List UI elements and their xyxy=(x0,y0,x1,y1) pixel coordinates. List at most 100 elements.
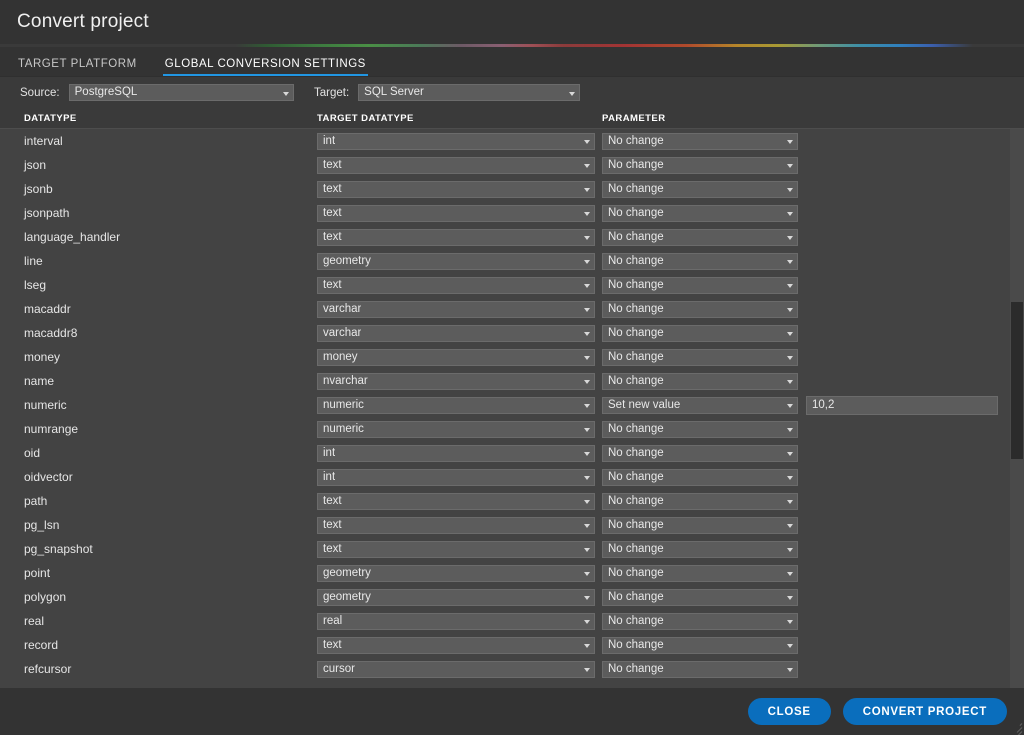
target-datatype-value: geometry xyxy=(323,254,371,267)
chevron-down-icon xyxy=(584,428,590,432)
target-datatype-cell: cursor xyxy=(317,660,595,678)
parameter-dropdown[interactable]: No change xyxy=(602,516,798,534)
target-datatype-dropdown[interactable]: int xyxy=(317,132,595,150)
chevron-down-icon xyxy=(584,548,590,552)
parameter-dropdown[interactable]: No change xyxy=(602,468,798,486)
parameter-cell: No change xyxy=(602,180,798,198)
parameter-dropdown[interactable]: No change xyxy=(602,348,798,366)
target-datatype-dropdown[interactable]: geometry xyxy=(317,588,595,606)
parameter-value: No change xyxy=(608,374,664,387)
table-row: interval int No change xyxy=(0,129,1010,153)
chevron-down-icon xyxy=(787,644,793,648)
parameter-dropdown[interactable]: No change xyxy=(602,324,798,342)
tab-target-platform[interactable]: TARGET PLATFORM xyxy=(16,58,139,76)
parameter-dropdown[interactable]: No change xyxy=(602,540,798,558)
dialog-title: Convert project xyxy=(17,11,149,32)
parameter-value: No change xyxy=(608,182,664,195)
target-datatype-dropdown[interactable]: text xyxy=(317,516,595,534)
target-platform-dropdown[interactable]: SQL Server xyxy=(358,84,581,101)
convert-project-button[interactable]: CONVERT PROJECT xyxy=(842,698,1007,725)
target-datatype-dropdown[interactable]: text xyxy=(317,540,595,558)
target-datatype-dropdown[interactable]: int xyxy=(317,468,595,486)
parameter-dropdown[interactable]: No change xyxy=(602,636,798,654)
datatype-mapping-table: interval int No change json text No change jso… xyxy=(0,129,1024,688)
parameter-value-input[interactable] xyxy=(806,395,998,415)
parameter-dropdown[interactable]: No change xyxy=(602,180,798,198)
target-datatype-value: money xyxy=(323,350,358,363)
platform-selector-bar: Source: PostgreSQL Target: SQL Server xyxy=(0,76,1024,108)
chevron-down-icon xyxy=(787,548,793,552)
parameter-dropdown[interactable]: No change xyxy=(602,660,798,678)
target-datatype-dropdown[interactable]: geometry xyxy=(317,564,595,582)
parameter-dropdown[interactable]: No change xyxy=(602,588,798,606)
chevron-down-icon xyxy=(584,212,590,216)
parameter-cell: No change xyxy=(602,324,798,342)
target-datatype-dropdown[interactable]: money xyxy=(317,348,595,366)
target-datatype-dropdown[interactable]: cursor xyxy=(317,660,595,678)
parameter-dropdown[interactable]: No change xyxy=(602,300,798,318)
table-row: macaddr8 varchar No change xyxy=(0,321,1010,345)
target-datatype-dropdown[interactable]: varchar xyxy=(317,300,595,318)
target-datatype-dropdown[interactable]: text xyxy=(317,228,595,246)
target-datatype-dropdown[interactable]: geometry xyxy=(317,252,595,270)
parameter-value: No change xyxy=(608,470,664,483)
table-row: real real No change xyxy=(0,609,1010,633)
parameter-dropdown[interactable]: No change xyxy=(602,612,798,630)
resize-grip-icon[interactable] xyxy=(1009,720,1023,735)
chevron-down-icon xyxy=(584,500,590,504)
source-datatype-label: json xyxy=(24,158,47,172)
chevron-down-icon xyxy=(584,356,590,360)
parameter-dropdown[interactable]: No change xyxy=(602,372,798,390)
parameter-dropdown[interactable]: No change xyxy=(602,444,798,462)
target-datatype-dropdown[interactable]: text xyxy=(317,156,595,174)
table-row: jsonpath text No change xyxy=(0,201,1010,225)
parameter-dropdown[interactable]: No change xyxy=(602,564,798,582)
target-datatype-dropdown[interactable]: text xyxy=(317,276,595,294)
parameter-dropdown[interactable]: No change xyxy=(602,228,798,246)
parameter-dropdown[interactable]: No change xyxy=(602,492,798,510)
parameter-dropdown[interactable]: No change xyxy=(602,252,798,270)
parameter-cell: No change xyxy=(602,636,798,654)
table-row: line geometry No change xyxy=(0,249,1010,273)
parameter-dropdown[interactable]: No change xyxy=(602,420,798,438)
target-datatype-dropdown[interactable]: text xyxy=(317,492,595,510)
target-datatype-cell: text xyxy=(317,276,595,294)
target-datatype-value: numeric xyxy=(323,422,364,435)
parameter-dropdown[interactable]: No change xyxy=(602,156,798,174)
target-datatype-cell: geometry xyxy=(317,252,595,270)
target-datatype-dropdown[interactable]: numeric xyxy=(317,396,595,414)
source-selector-group: Source: PostgreSQL xyxy=(0,77,302,108)
target-datatype-dropdown[interactable]: nvarchar xyxy=(317,372,595,390)
target-datatype-dropdown[interactable]: int xyxy=(317,444,595,462)
chevron-down-icon xyxy=(787,236,793,240)
scrollbar-thumb[interactable] xyxy=(1011,302,1023,459)
target-datatype-cell: numeric xyxy=(317,396,595,414)
target-datatype-cell: text xyxy=(317,636,595,654)
target-datatype-value: real xyxy=(323,614,343,627)
source-datatype-label: language_handler xyxy=(24,230,121,244)
target-datatype-dropdown[interactable]: text xyxy=(317,180,595,198)
close-button[interactable]: CLOSE xyxy=(747,698,831,725)
target-datatype-dropdown[interactable]: real xyxy=(317,612,595,630)
target-datatype-value: int xyxy=(323,134,336,147)
target-datatype-dropdown[interactable]: varchar xyxy=(317,324,595,342)
parameter-value: No change xyxy=(608,542,664,555)
target-datatype-dropdown[interactable]: text xyxy=(317,636,595,654)
parameter-value: No change xyxy=(608,254,664,267)
parameter-dropdown[interactable]: Set new value xyxy=(602,396,798,414)
table-row: lseg text No change xyxy=(0,273,1010,297)
source-datatype-label: point xyxy=(24,566,51,580)
source-platform-dropdown[interactable]: PostgreSQL xyxy=(68,84,294,101)
vertical-scrollbar[interactable] xyxy=(1010,129,1024,688)
parameter-value: No change xyxy=(608,134,664,147)
parameter-dropdown[interactable]: No change xyxy=(602,204,798,222)
parameter-value: No change xyxy=(608,662,664,675)
target-datatype-dropdown[interactable]: text xyxy=(317,204,595,222)
target-datatype-dropdown[interactable]: numeric xyxy=(317,420,595,438)
parameter-dropdown[interactable]: No change xyxy=(602,276,798,294)
target-datatype-cell: int xyxy=(317,132,595,150)
tab-global-conversion-settings[interactable]: GLOBAL CONVERSION SETTINGS xyxy=(162,58,369,76)
table-row: oid int No change xyxy=(0,441,1010,465)
parameter-dropdown[interactable]: No change xyxy=(602,132,798,150)
chevron-down-icon xyxy=(787,188,793,192)
